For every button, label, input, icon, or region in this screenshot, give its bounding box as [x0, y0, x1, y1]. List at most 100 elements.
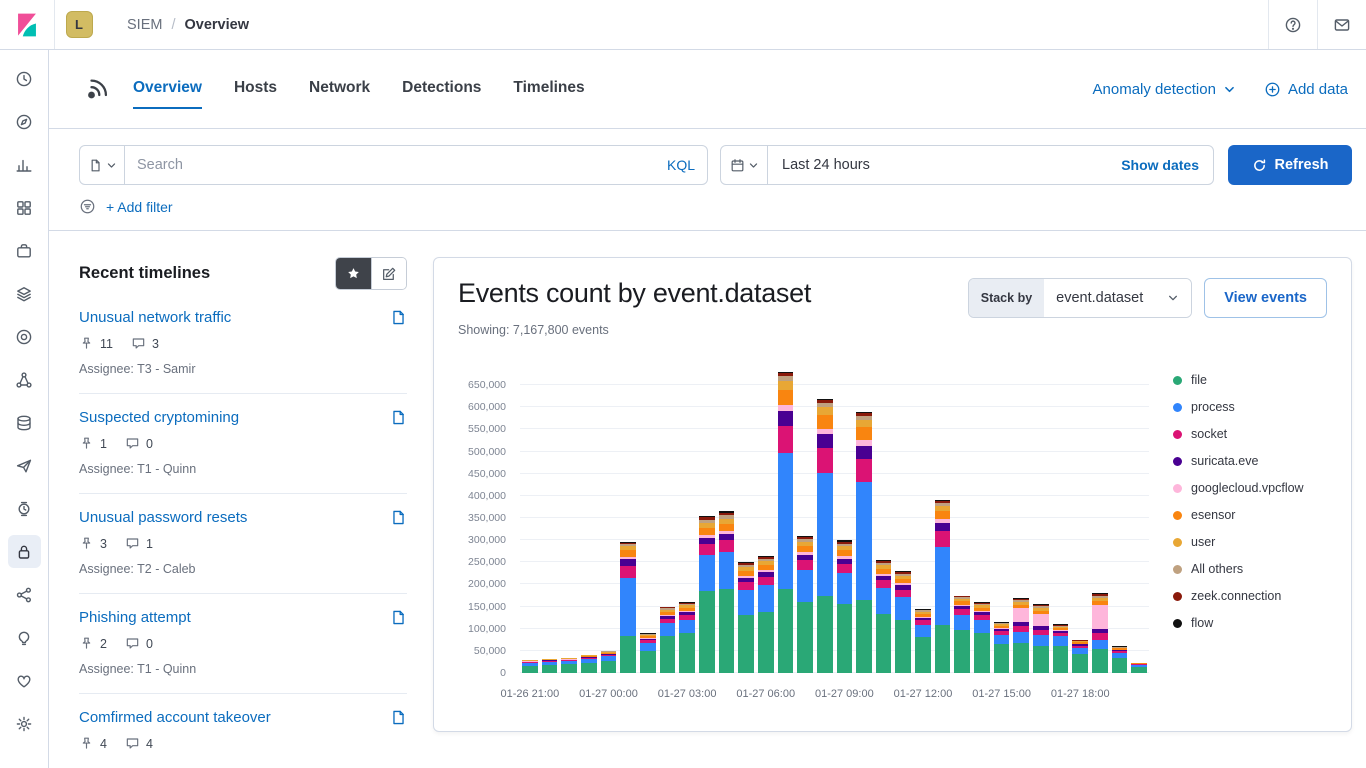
sidebar-item-observability[interactable]: [8, 664, 41, 697]
timeline-title-link[interactable]: Unusual password resets: [79, 509, 247, 526]
timeline-title-link[interactable]: Phishing attempt: [79, 609, 191, 626]
timeline-title-link[interactable]: Unusual network traffic: [79, 309, 231, 326]
sidebar-item-dashboard[interactable]: [8, 191, 41, 224]
open-as-notes-icon[interactable]: [390, 409, 407, 426]
date-range-display[interactable]: Last 24 hours Show dates: [767, 145, 1214, 185]
stack-by-select[interactable]: event.dataset: [1044, 279, 1191, 317]
stacked-bar[interactable]: [620, 542, 636, 673]
sidebar-item-stack-monitoring[interactable]: [8, 621, 41, 654]
stacked-bar[interactable]: [1072, 640, 1088, 673]
tab-hosts[interactable]: Hosts: [234, 70, 277, 109]
tab-timelines[interactable]: Timelines: [513, 70, 584, 109]
legend-item[interactable]: file: [1173, 373, 1327, 387]
tab-detections[interactable]: Detections: [402, 70, 481, 109]
sidebar-item-maps[interactable]: [8, 277, 41, 310]
legend-dot-icon: [1173, 592, 1182, 601]
stacked-bar[interactable]: [915, 609, 931, 673]
stacked-bar[interactable]: [719, 511, 735, 673]
stacked-bar[interactable]: [640, 633, 656, 673]
open-as-notes-icon[interactable]: [390, 609, 407, 626]
breadcrumb-app[interactable]: SIEM: [127, 17, 162, 33]
search-input[interactable]: [137, 157, 657, 173]
stack-by-control: Stack by event.dataset: [968, 278, 1193, 318]
stacked-bar[interactable]: [797, 536, 813, 673]
stacked-bar[interactable]: [1131, 663, 1147, 673]
open-as-notes-icon[interactable]: [390, 709, 407, 726]
stacked-bar[interactable]: [954, 596, 970, 673]
stacked-bar[interactable]: [699, 516, 715, 673]
stacked-bar[interactable]: [1112, 646, 1128, 673]
tab-overview[interactable]: Overview: [133, 70, 202, 109]
stacked-bar[interactable]: [1092, 593, 1108, 673]
add-data-button[interactable]: Add data: [1264, 81, 1348, 98]
gear-icon: [15, 715, 33, 733]
legend-item[interactable]: All others: [1173, 562, 1327, 576]
kql-button[interactable]: KQL: [667, 157, 695, 173]
bar-segment: [738, 582, 754, 590]
stacked-bar[interactable]: [542, 659, 558, 673]
stacked-bar[interactable]: [660, 607, 676, 673]
legend-item[interactable]: process: [1173, 400, 1327, 414]
stacked-bar[interactable]: [679, 602, 695, 673]
mail-icon: [1333, 16, 1351, 34]
legend-item[interactable]: socket: [1173, 427, 1327, 441]
stacked-bar[interactable]: [876, 560, 892, 673]
stacked-bar[interactable]: [856, 412, 872, 673]
legend-item[interactable]: googlecloud.vpcflow: [1173, 481, 1327, 495]
refresh-button[interactable]: Refresh: [1228, 145, 1352, 185]
timeline-title-link[interactable]: Suspected cryptomining: [79, 409, 239, 426]
view-events-button[interactable]: View events: [1204, 278, 1327, 318]
legend-item[interactable]: user: [1173, 535, 1327, 549]
stacked-bar[interactable]: [522, 660, 538, 673]
stacked-bar[interactable]: [778, 372, 794, 673]
stacked-bar[interactable]: [1053, 624, 1069, 673]
stacked-bar[interactable]: [1013, 598, 1029, 673]
stacked-bar[interactable]: [561, 658, 577, 673]
favorites-filter-button[interactable]: [336, 258, 371, 289]
legend-item[interactable]: esensor: [1173, 508, 1327, 522]
tab-network[interactable]: Network: [309, 70, 370, 109]
stacked-bar[interactable]: [758, 556, 774, 673]
stacked-bar[interactable]: [935, 500, 951, 673]
stacked-bar[interactable]: [1033, 604, 1049, 673]
edit-timeline-button[interactable]: [371, 258, 406, 289]
anomaly-detection-menu[interactable]: Anomaly detection: [1093, 81, 1236, 98]
sidebar-item-graph[interactable]: [8, 363, 41, 396]
date-quick-menu-button[interactable]: [720, 145, 768, 185]
legend-item[interactable]: zeek.connection: [1173, 589, 1327, 603]
legend-item[interactable]: suricata.eve: [1173, 454, 1327, 468]
sidebar-item-recently-viewed[interactable]: [8, 62, 41, 95]
sidebar-item-metrics[interactable]: [8, 406, 41, 439]
sidebar-item-discover[interactable]: [8, 105, 41, 138]
sidebar-item-canvas[interactable]: [8, 234, 41, 267]
open-as-notes-icon[interactable]: [390, 309, 407, 326]
time-range-value[interactable]: Last 24 hours: [782, 157, 870, 173]
open-as-notes-icon[interactable]: [390, 509, 407, 526]
newsfeed-button[interactable]: [1317, 0, 1366, 49]
space-avatar[interactable]: L: [66, 11, 93, 38]
stacked-bar[interactable]: [601, 651, 617, 673]
stacked-bar[interactable]: [738, 562, 754, 673]
stacked-bar[interactable]: [994, 622, 1010, 673]
add-filter-button[interactable]: + Add filter: [106, 199, 173, 215]
sidebar-item-management[interactable]: [8, 707, 41, 740]
sidebar-item-siem[interactable]: [8, 535, 41, 568]
stacked-bar[interactable]: [581, 655, 597, 673]
sidebar-item-machine-learning[interactable]: [8, 320, 41, 353]
stacked-bar[interactable]: [895, 571, 911, 673]
sidebar-item-dev-tools[interactable]: [8, 578, 41, 611]
sidebar-item-logs[interactable]: [8, 449, 41, 482]
sidebar-item-visualize[interactable]: [8, 148, 41, 181]
timeline-title-link[interactable]: Comfirmed account takeover: [79, 709, 271, 726]
pin-count: 2: [100, 637, 107, 651]
stacked-bar[interactable]: [974, 602, 990, 673]
stacked-bar[interactable]: [817, 399, 833, 673]
show-dates-button[interactable]: Show dates: [1113, 157, 1207, 173]
sidebar-item-uptime[interactable]: [8, 492, 41, 525]
stacked-bar[interactable]: [837, 540, 853, 673]
bar-segment: [974, 620, 990, 633]
legend-item[interactable]: flow: [1173, 616, 1327, 630]
saved-query-menu-button[interactable]: [79, 145, 125, 185]
help-button[interactable]: [1268, 0, 1317, 49]
kibana-logo[interactable]: [0, 0, 54, 49]
